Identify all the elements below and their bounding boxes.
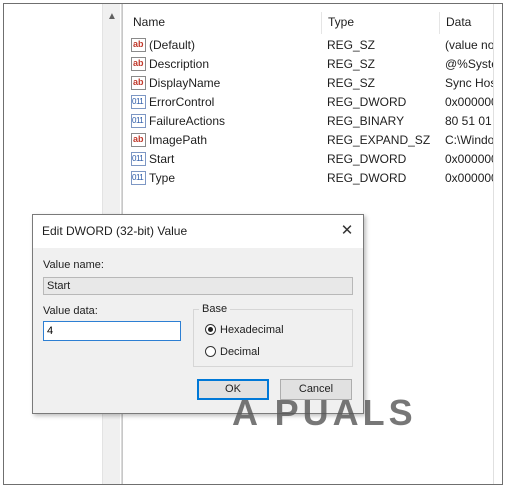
- value-name-label: Value name:: [43, 259, 104, 271]
- icon-glyph: ab: [133, 58, 144, 68]
- string-value-icon: ab: [131, 38, 146, 52]
- value-type: REG_SZ: [327, 38, 376, 52]
- value-type: REG_DWORD: [327, 95, 407, 109]
- icon-glyph: 011: [132, 154, 144, 163]
- radio-decimal-label: Decimal: [220, 346, 260, 358]
- binary-value-icon: 011: [131, 114, 146, 128]
- value-name: ImagePath: [149, 133, 208, 147]
- value-row[interactable]: ab Description REG_SZ @%Syste: [123, 55, 502, 74]
- list-scrollbar[interactable]: [493, 4, 502, 484]
- value-data-label: Value data:: [43, 305, 98, 317]
- radio-selected-icon[interactable]: [205, 324, 216, 335]
- icon-glyph: 011: [132, 116, 144, 125]
- icon-glyph: 011: [132, 97, 144, 106]
- value-name: (Default): [149, 38, 196, 52]
- binary-value-icon: 011: [131, 95, 146, 109]
- edit-dword-dialog: Edit DWORD (32-bit) Value ✕ Value name: …: [32, 214, 364, 414]
- base-group-title: Base: [199, 303, 231, 315]
- value-type: REG_SZ: [327, 76, 376, 90]
- watermark-logo: A PUALS: [232, 392, 417, 433]
- value-data-input[interactable]: 4: [43, 321, 181, 341]
- value-type: REG_BINARY: [327, 114, 405, 128]
- value-name: FailureActions: [149, 114, 226, 128]
- close-icon[interactable]: ✕: [337, 221, 357, 241]
- value-row[interactable]: 011 Start REG_DWORD 0x000000: [123, 150, 502, 169]
- value-type: REG_EXPAND_SZ: [327, 133, 431, 147]
- column-header-name[interactable]: Name: [127, 12, 321, 34]
- value-type: REG_DWORD: [327, 152, 407, 166]
- string-value-icon: ab: [131, 133, 146, 147]
- list-header: Name Type Data: [123, 12, 502, 34]
- value-name-field: Start: [43, 277, 353, 295]
- radio-unselected-icon[interactable]: [205, 346, 216, 357]
- value-row[interactable]: 011 FailureActions REG_BINARY 80 51 01 0: [123, 112, 502, 131]
- icon-glyph: ab: [133, 77, 144, 87]
- dialog-title: Edit DWORD (32-bit) Value: [42, 224, 188, 238]
- value-name: ErrorControl: [149, 95, 215, 109]
- value-row[interactable]: ab ImagePath REG_EXPAND_SZ C:\Windo: [123, 131, 502, 150]
- value-row[interactable]: 011 Type REG_DWORD 0x000000: [123, 169, 502, 188]
- value-type: REG_DWORD: [327, 171, 407, 185]
- value-name: Description: [149, 57, 210, 71]
- value-row[interactable]: 011 ErrorControl REG_DWORD 0x000000: [123, 93, 502, 112]
- binary-value-icon: 011: [131, 152, 146, 166]
- binary-value-icon: 011: [131, 171, 146, 185]
- radio-decimal[interactable]: Decimal: [205, 345, 260, 359]
- value-type: REG_SZ: [327, 57, 376, 71]
- column-header-type[interactable]: Type: [321, 12, 439, 34]
- value-row[interactable]: ab DisplayName REG_SZ Sync Hos: [123, 74, 502, 93]
- radio-hexadecimal[interactable]: Hexadecimal: [205, 323, 284, 337]
- dialog-title-bar: Edit DWORD (32-bit) Value ✕: [33, 215, 363, 248]
- icon-glyph: ab: [133, 39, 144, 49]
- string-value-icon: ab: [131, 76, 146, 90]
- value-name: Start: [149, 152, 175, 166]
- string-value-icon: ab: [131, 57, 146, 71]
- value-name: Type: [149, 171, 176, 185]
- value-name: DisplayName: [149, 76, 221, 90]
- scroll-up-icon[interactable]: ▲: [107, 12, 117, 22]
- radio-hexadecimal-label: Hexadecimal: [220, 324, 284, 336]
- icon-glyph: 011: [132, 173, 144, 182]
- icon-glyph: ab: [133, 134, 144, 144]
- value-row[interactable]: ab (Default) REG_SZ (value no: [123, 36, 502, 55]
